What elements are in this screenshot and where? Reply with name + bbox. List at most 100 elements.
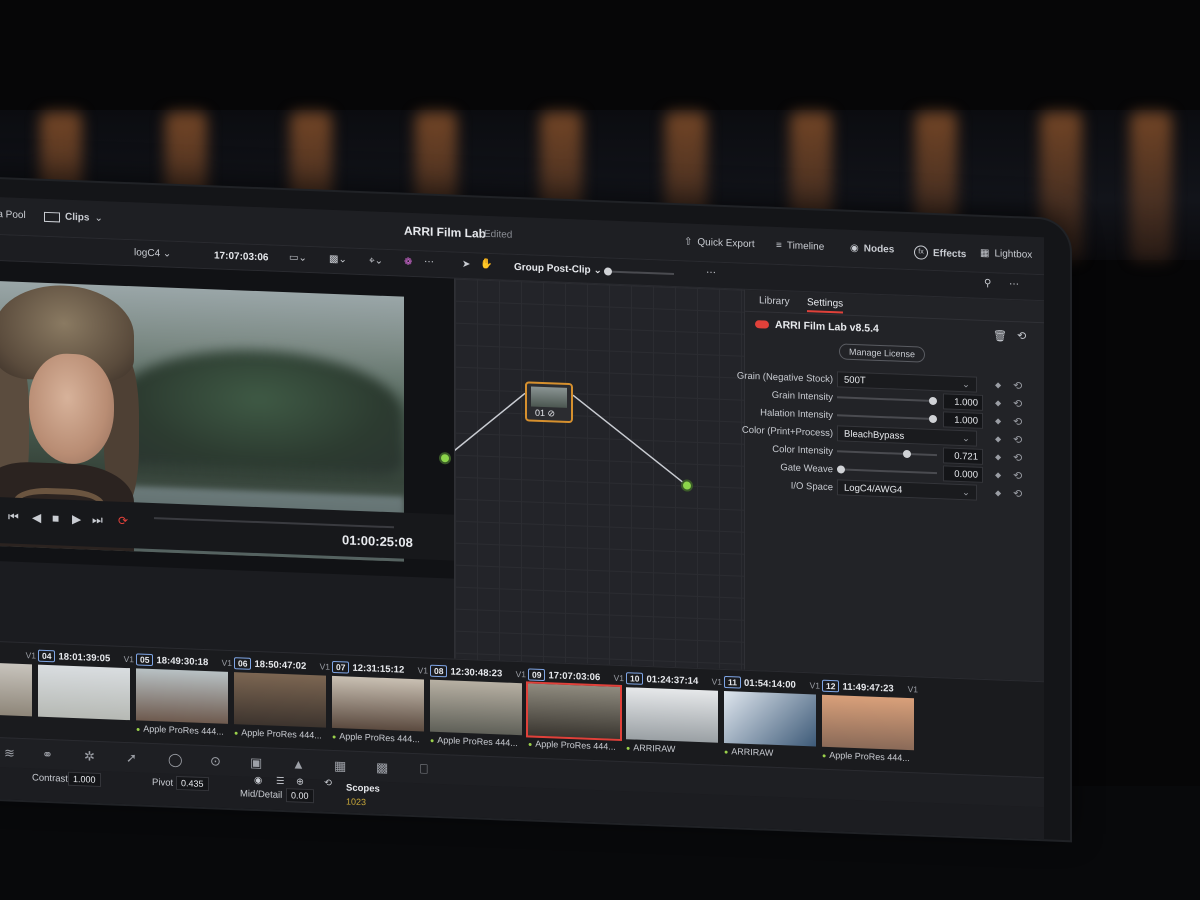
reset-icon[interactable]: ⟲ — [1013, 487, 1022, 500]
stereo-icon[interactable]: ⎕ — [420, 761, 428, 777]
loop-icon[interactable]: ⟳ — [118, 514, 128, 528]
trash-icon[interactable]: 🗑 — [993, 329, 1007, 343]
plugin-enable-toggle[interactable] — [755, 320, 769, 329]
halation-intensity-value[interactable]: 1.000 — [943, 411, 983, 429]
output-port[interactable] — [683, 481, 691, 490]
middetail-value[interactable]: 0.00 — [286, 788, 314, 804]
color-intensity-value[interactable]: 0.721 — [943, 447, 983, 465]
keyframe-icon[interactable]: ◆ — [995, 488, 1001, 497]
gate-weave-value[interactable]: 0.000 — [943, 465, 983, 483]
corrector-node[interactable]: 01 ⊘ — [525, 381, 573, 424]
viewer-options-icon[interactable]: ▭⌄ — [289, 252, 307, 264]
source-input-port[interactable] — [441, 454, 449, 463]
media-pool-button[interactable]: edia Pool — [0, 209, 26, 222]
grain-intensity-value[interactable]: 1.000 — [943, 393, 983, 411]
reset-icon[interactable]: ⟲ — [1013, 379, 1022, 392]
reset-icon[interactable]: ⟲ — [1013, 433, 1022, 446]
curves-icon[interactable]: ≋ — [4, 745, 15, 761]
node-editor[interactable]: 01 ⊘ — [441, 278, 744, 670]
reset-icon[interactable]: ⟲ — [1013, 415, 1022, 428]
key-icon[interactable]: ▦ — [334, 758, 346, 774]
reset-all-icon[interactable]: ⟲ — [1017, 329, 1026, 342]
keyframe-icon[interactable]: ◆ — [995, 416, 1001, 425]
window-icon[interactable]: ◯ — [168, 752, 183, 769]
zoom-slider[interactable] — [604, 267, 674, 276]
effects-button[interactable]: fx Effects — [914, 245, 966, 261]
skip-forward-icon[interactable]: ⏭ — [92, 513, 103, 528]
zoom-icon[interactable]: ⊕ — [296, 777, 304, 788]
keyframe-icon[interactable]: ◆ — [995, 470, 1001, 479]
clip-thumbnail[interactable]: 04 18:01:39:05 V1 — [38, 649, 134, 738]
gate-weave-slider[interactable] — [837, 465, 937, 475]
pivot-value[interactable]: 0.435 — [176, 775, 209, 792]
keyframe-icon[interactable]: ◆ — [995, 434, 1001, 443]
clip-thumbnail[interactable]: 1001:24:37:14 V1 ARRIRAW — [626, 672, 722, 760]
node-mode-dropdown[interactable]: Group Post-Clip ⌄ — [514, 262, 602, 276]
clip-thumbnail[interactable]: 0917:07:03:06 V1 Apple ProRes 444... — [526, 668, 624, 756]
stop-icon[interactable]: ■ — [52, 511, 59, 525]
search-icon[interactable]: ⚲ — [984, 278, 991, 289]
transform-icon[interactable]: ⌖⌄ — [369, 255, 383, 267]
chevron-down-icon: ⌄ — [593, 264, 602, 277]
hand-icon[interactable]: ✋ — [480, 259, 492, 270]
warper-icon[interactable]: ⚭ — [42, 747, 53, 763]
magic-mask-icon[interactable]: ▣ — [250, 755, 262, 771]
zoom-slider-knob[interactable] — [604, 267, 612, 276]
slider-knob[interactable] — [837, 465, 845, 474]
clip-thumbnail[interactable]: 0812:30:48:23 V1 Apple ProRes 444... — [430, 664, 526, 753]
clip-thumbnail[interactable]: 1211:49:47:23 V1 Apple ProRes 444... — [822, 679, 918, 768]
timeline-button[interactable]: ≡ Timeline — [776, 240, 824, 253]
reset-icon[interactable]: ⟲ — [324, 778, 332, 789]
node-menu-icon[interactable]: ⋯ — [706, 267, 716, 278]
tab-library[interactable]: Library — [759, 295, 790, 307]
clip-track: V1 — [711, 676, 722, 687]
blur-icon[interactable]: ▲ — [292, 756, 305, 771]
clip-codec: Apple ProRes 444... — [822, 750, 910, 763]
scrubber[interactable] — [154, 517, 394, 529]
play-reverse-icon[interactable]: ◀ — [32, 510, 41, 524]
tracker-icon[interactable]: ⊙ — [210, 753, 221, 769]
keyframe-icon[interactable]: ◆ — [995, 380, 1001, 389]
tab-settings[interactable]: Settings — [807, 297, 844, 314]
slider-knob[interactable] — [903, 449, 912, 459]
qualifier-icon[interactable]: ✲ — [84, 748, 95, 764]
play-icon[interactable]: ▶ — [72, 512, 81, 526]
clip-codec: ARRIRAW — [626, 742, 675, 754]
clips-button[interactable]: Clips ⌄ — [44, 211, 103, 224]
grain-intensity-slider[interactable] — [837, 396, 937, 406]
manage-license-button[interactable]: Manage License — [839, 343, 925, 363]
color-wheel-icon[interactable]: ❁ — [404, 257, 412, 268]
target-icon[interactable]: ◉ — [254, 775, 262, 786]
skip-back-icon[interactable]: ⏮ — [8, 509, 19, 524]
clip-thumbnail[interactable]: 0618:50:47:02 V1 Apple ProRes 444... — [234, 657, 330, 745]
clip-thumbnail[interactable]: 1101:54:14:00 V1 ARRIRAW — [724, 675, 820, 764]
keyframe-icon[interactable]: ◆ — [995, 452, 1001, 461]
viewer-menu-icon[interactable]: ⋯ — [424, 256, 434, 267]
inspector-menu-icon[interactable]: ⋯ — [1009, 279, 1019, 290]
nodes-button[interactable]: ◉ Nodes — [850, 243, 894, 256]
sizing-icon[interactable]: ▩ — [376, 760, 388, 776]
effects-icon: fx — [914, 245, 928, 260]
color-space-dropdown[interactable]: logC4 ⌄ — [134, 247, 171, 259]
quick-export-button[interactable]: ⇧ Quick Export — [684, 236, 755, 250]
slider-knob[interactable] — [929, 396, 937, 406]
reset-icon[interactable]: ⟲ — [1013, 469, 1022, 482]
background-light — [1130, 112, 1172, 262]
node-thumbnail — [531, 386, 567, 408]
keyframe-icon[interactable]: ◆ — [995, 398, 1001, 407]
reset-icon[interactable]: ⟲ — [1013, 451, 1022, 464]
clip-thumbnail[interactable]: 6:41:20V1ARRIRAW — [0, 646, 36, 734]
lightbox-button[interactable]: ▦ Lightbox — [980, 248, 1032, 261]
clip-thumbnail[interactable]: 0518:49:30:18 V1 Apple ProRes 444... — [136, 653, 232, 741]
display-icon[interactable]: ▩⌄ — [329, 254, 347, 266]
reset-icon[interactable]: ⟲ — [1013, 397, 1022, 410]
halation-intensity-slider[interactable] — [837, 414, 937, 424]
eyedropper-icon[interactable]: ➚ — [126, 750, 137, 766]
contrast-value[interactable]: 1.000 — [68, 771, 101, 788]
color-intensity-slider[interactable] — [837, 449, 937, 459]
slider-knob[interactable] — [929, 414, 937, 424]
scope-meter-icon[interactable]: ☰ — [276, 776, 285, 787]
pointer-icon[interactable]: ➤ — [462, 259, 470, 270]
clip-thumbnail[interactable]: 0712:31:15:12 V1 Apple ProRes 444... — [332, 660, 428, 749]
clip-number: 08 — [430, 664, 448, 678]
